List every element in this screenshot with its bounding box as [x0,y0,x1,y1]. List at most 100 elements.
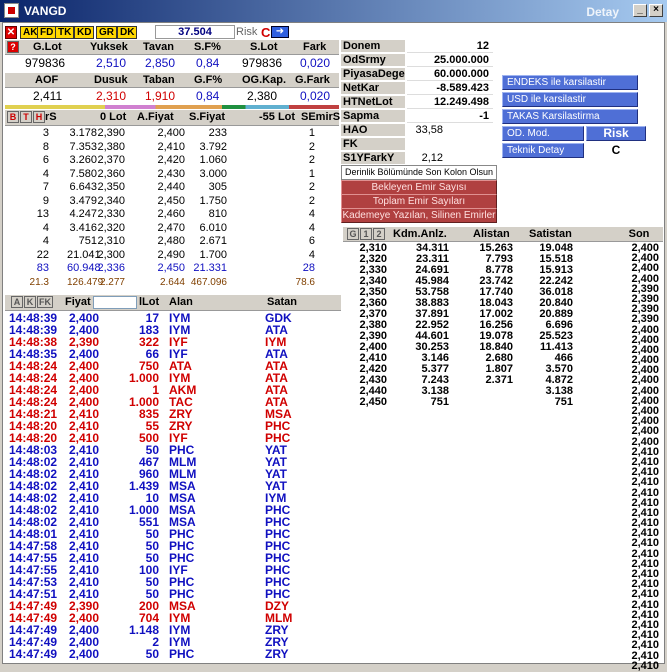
tag-tk[interactable]: TK [55,26,75,39]
pending-orders-button[interactable]: Bekleyen Emir Sayısı [341,180,497,195]
depth-cell: 2,310 [97,235,125,247]
hdr-taban: Taban [143,74,175,86]
trades-filter-input[interactable] [93,296,137,309]
dist-row: 2,450 751 751 [343,397,615,408]
tag-kd[interactable]: KD [74,26,95,39]
depth-cell: 4 [308,248,315,261]
val-fark: 0,020 [300,56,331,70]
distribution-table: 2,310 34.311 15.263 19.048 2,320 23.311 7.793 1… [343,243,615,408]
depth-cell: 22 [36,248,49,261]
level-orders-button[interactable]: Kademeye Yazılan, Silinen Emirler [341,208,497,223]
help-icon[interactable]: ? [7,41,19,53]
dist-tab-1[interactable]: 1 [360,228,372,240]
depth-cell: 810 [208,208,227,220]
dist-cell: 751 [554,396,573,408]
trades-tab-a[interactable]: A [11,296,23,308]
total-orders-button[interactable]: Toplam Emir Sayıları [341,194,497,209]
depth-avg-row: 21.3 126.479 2.277 2.644 467.096 78.6 [5,276,339,290]
usd-compare-button[interactable]: USD ile karsilastir [502,92,638,107]
info-value: 12 [407,40,493,53]
last-price: 37.504 [155,25,235,39]
depth-cell: 2,380 [97,140,125,153]
distribution-header: G 1 2 Kdm.Anlz. Alistan Satistan [343,227,615,242]
depth-tab-b[interactable]: B [7,111,19,123]
trade-cell: 2,400 [69,647,100,661]
trades-tab-fk[interactable]: FK [37,296,53,308]
depth-cell: 4 [308,208,315,220]
info-value: 12.249.498 [407,96,493,109]
depth-cell: 305 [208,181,227,193]
info-value: -8.589.423 [407,82,493,95]
risk-kodu-label: Risk Kodu [586,126,646,153]
depth-cell: 2 [308,181,315,193]
depth-cell: 28 [302,262,315,274]
depth-row: 13 4.247 2,330 2,460 810 4 [5,208,339,222]
teknik-detay-button[interactable]: Teknik Detay [502,143,584,158]
trade-row: 14:47:49 2,400 50 PHC ZRY [5,648,341,660]
trade-cell: 14:47:49 [9,647,58,661]
depth-hdr-afiyat: A.Fiyat [137,111,174,123]
hao-label: HAO [341,124,405,137]
depth-hdr-sfiyat: S.Fiyat [189,111,226,123]
depth-hdr-slot: -55 Lot [259,111,296,123]
trade-cell: ZRY [265,647,289,661]
endeks-compare-button[interactable]: ENDEKS ile karsilastir [502,75,638,90]
depth-cell: 4 [42,221,49,234]
title-bar: VANGD Detay _ × [0,0,667,22]
depth-tab-t[interactable]: T [20,111,32,123]
depth-cell: 3.000 [199,167,227,180]
depth-row: 4 7.580 2,360 2,430 3.000 1 [5,168,339,182]
close-tab-icon[interactable]: ✕ [5,26,17,39]
depth-cell: 8 [42,140,49,153]
trades-hdr-alan: Alan [169,296,193,308]
son-cell: 2,410 [631,639,659,652]
hdr-sf: S.F% [194,41,221,53]
depth-cell: 6 [42,154,49,166]
depth-cell: 21.331 [193,262,227,274]
s1y-label: S1YFarkY [341,152,405,165]
depth-hdr-semir: SEmirS [301,111,341,123]
depth-cell: 2,370 [97,154,125,166]
son-cell: 2,410 [631,476,659,489]
trade-cell: PHC [169,647,195,661]
depth-row: 6 3.260 2,370 2,420 1.060 2 [5,154,339,168]
depth-avg-cell: 2.277 [99,276,125,288]
fk-label: FK [341,138,405,151]
dist-cell: 751 [430,396,449,408]
dist-hdr-alistan: Alistan [473,228,510,240]
dist-tab-g[interactable]: G [347,228,359,240]
depth-cell: 2 [308,194,315,207]
depth-last-column-toggle[interactable]: Derinlik Bölümünde Son Kolon Olsun [341,165,497,180]
takas-compare-button[interactable]: TAKAS Karsilastirma [502,109,638,124]
depth-cell: 2,360 [97,167,125,180]
hdr-gfark: G.Fark [295,74,330,86]
info-label: OdSrmy [341,54,405,67]
val-aof: 2,411 [33,89,63,103]
risk-kodu-value: C [611,143,621,157]
od-mod-button[interactable]: OD. Mod. [502,126,584,141]
dist-hdr-kdm: Kdm.Anlz. [393,228,447,240]
depth-cell: 2,340 [97,194,125,207]
trades-hdr-fiyat: Fiyat [65,296,91,308]
depth-cell: 2,320 [97,221,125,234]
close-button[interactable]: × [649,4,663,17]
app-icon [4,3,19,18]
depth-cell: 1.750 [199,194,227,207]
tag-gr[interactable]: GR [96,26,117,39]
dist-tab-2[interactable]: 2 [373,228,385,240]
hdr-dusuk: Dusuk [94,74,128,86]
depth-cell: 3.792 [199,140,227,153]
dist-cell: 2,450 [359,396,387,408]
tag-dk[interactable]: DK [117,26,138,39]
minimize-button[interactable]: _ [633,4,647,17]
depth-cell: 7 [42,181,49,193]
depth-cell: 2,350 [97,181,125,193]
depth-tab-h[interactable]: H [33,111,45,123]
tag-fd[interactable]: FD [37,26,57,39]
price-range-bar [5,105,339,109]
depth-row: 3 3.178 2,390 2,400 233 1 [5,127,339,141]
val-taban: 1,910 [145,89,176,103]
arrow-right-icon[interactable]: ➜ [271,26,289,38]
depth-cell: 2,330 [97,208,125,220]
trades-tab-k[interactable]: K [24,296,36,308]
